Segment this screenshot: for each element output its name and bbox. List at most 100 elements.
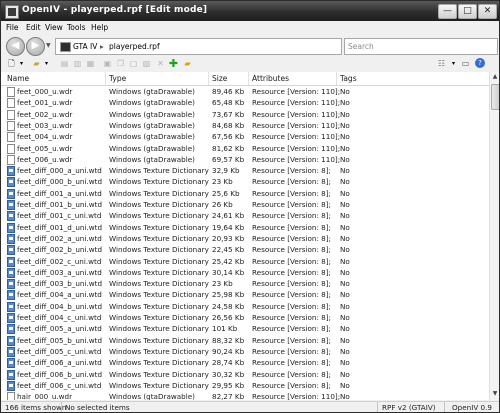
cell-size: 25,42 Kb: [212, 256, 245, 266]
close-button[interactable]: ✕: [478, 4, 497, 19]
table-row[interactable]: feet_diff_002_c_uni.wtd Windows Texture D…: [1, 256, 489, 267]
table-row[interactable]: feet_diff_004_b_uni.wtd Windows Texture D…: [1, 301, 489, 312]
title-bar[interactable]: OpenIV - playerped.rpf [Edit mode] — □ ✕: [1, 1, 499, 21]
copy-icon[interactable]: ❐: [115, 58, 126, 69]
menu-edit[interactable]: Edit: [26, 23, 41, 32]
help-icon[interactable]: ?: [475, 58, 485, 68]
extract-icon[interactable]: ▤: [59, 58, 70, 69]
preview-pane-icon[interactable]: ▭: [460, 58, 471, 69]
list-header: Name Type Size Attributes Tags: [1, 72, 489, 86]
table-row[interactable]: feet_000_u.wdr Windows (gtaDrawable) 89,46…: [1, 86, 489, 97]
cell-tags: No: [340, 392, 350, 400]
menu-tools[interactable]: Tools: [67, 23, 85, 32]
table-row[interactable]: feet_003_u.wdr Windows (gtaDrawable) 84,68…: [1, 120, 489, 131]
column-type[interactable]: Type: [109, 74, 126, 83]
table-row[interactable]: feet_diff_002_b_uni.wtd Windows Texture D…: [1, 244, 489, 256]
address-bar[interactable]: GTA IV ▸ playerped.rpf: [55, 38, 342, 55]
column-divider[interactable]: [248, 72, 249, 85]
table-row[interactable]: feet_diff_006_c_uni.wtd Windows Texture D…: [1, 380, 489, 391]
table-row[interactable]: feet_diff_005_a_uni.wtd Windows Texture D…: [1, 323, 489, 335]
history-dropdown-icon[interactable]: ▼: [46, 42, 51, 49]
table-row[interactable]: feet_diff_004_c_uni.wtd Windows Texture D…: [1, 312, 489, 323]
texture-file-icon: [7, 188, 15, 199]
rebuild-icon[interactable]: ▥: [72, 58, 83, 69]
new-dropdown-icon[interactable]: ▾: [16, 58, 27, 69]
search-input[interactable]: Search: [344, 38, 498, 55]
cell-type: Windows Texture Dictionary: [109, 380, 209, 390]
column-divider[interactable]: [336, 72, 337, 85]
table-row[interactable]: feet_diff_001_c_uni.wtd Windows Texture D…: [1, 210, 489, 222]
move-icon[interactable]: ▧: [141, 58, 152, 69]
table-row[interactable]: hair_000_u.wdr Windows (gtaDrawable) 82,27…: [1, 391, 489, 400]
cell-name: feet_diff_003_a_uni.wtd: [17, 267, 102, 277]
table-row[interactable]: feet_diff_003_b_uni.wtd Windows Texture D…: [1, 278, 489, 290]
table-row[interactable]: feet_002_u.wdr Windows (gtaDrawable) 73,67…: [1, 109, 489, 120]
table-row[interactable]: feet_001_u.wdr Windows (gtaDrawable) 65,48…: [1, 97, 489, 109]
cell-tags: No: [340, 335, 350, 345]
scroll-thumb[interactable]: [491, 84, 499, 110]
vertical-scrollbar[interactable]: ▲ ▼: [489, 72, 499, 400]
table-row[interactable]: feet_diff_001_a_uni.wtd Windows Texture D…: [1, 188, 489, 199]
table-row[interactable]: feet_diff_001_d_uni.wtd Windows Texture D…: [1, 222, 489, 233]
view-dropdown-icon[interactable]: ▾: [448, 58, 459, 69]
texture-file-icon: [7, 177, 15, 188]
minimize-button[interactable]: —: [438, 4, 457, 19]
scroll-up-icon[interactable]: ▲: [491, 73, 499, 82]
table-row[interactable]: feet_diff_003_a_uni.wtd Windows Texture D…: [1, 267, 489, 278]
table-row[interactable]: feet_diff_006_b_uni.wtd Windows Texture D…: [1, 369, 489, 380]
delete-icon[interactable]: ✕: [155, 58, 166, 69]
table-row[interactable]: feet_diff_001_b_uni.wtd Windows Texture D…: [1, 199, 489, 210]
save-icon[interactable]: ▣: [102, 58, 113, 69]
table-row[interactable]: feet_diff_005_b_uni.wtd Windows Texture D…: [1, 335, 489, 346]
cell-name: feet_diff_005_c_uni.wtd: [17, 346, 102, 356]
column-divider[interactable]: [105, 72, 106, 85]
column-attributes[interactable]: Attributes: [252, 74, 289, 83]
table-row[interactable]: feet_006_u.wdr Windows (gtaDrawable) 69,57…: [1, 154, 489, 165]
scroll-down-icon[interactable]: ▼: [491, 390, 499, 399]
file-icon: [7, 98, 15, 109]
new-folder-icon[interactable]: ▰: [182, 58, 193, 69]
cell-size: 20,93 Kb: [212, 233, 245, 243]
cell-name: feet_diff_004_b_uni.wtd: [17, 301, 103, 311]
file-list[interactable]: feet_000_u.wdr Windows (gtaDrawable) 89,46…: [1, 86, 489, 400]
texture-file-icon: [7, 324, 15, 335]
table-row[interactable]: feet_diff_004_a_uni.wtd Windows Texture D…: [1, 289, 489, 301]
paste-icon[interactable]: ▢: [128, 58, 139, 69]
cell-size: 25,98 Kb: [212, 290, 245, 300]
column-tags[interactable]: Tags: [340, 74, 357, 83]
breadcrumb-separator-icon[interactable]: ▸: [100, 42, 104, 51]
breadcrumb-playerped[interactable]: playerped.rpf: [109, 42, 160, 51]
cell-type: Windows Texture Dictionary: [109, 245, 209, 255]
cell-type: Windows Texture Dictionary: [109, 358, 209, 368]
menu-view[interactable]: View: [45, 23, 63, 32]
maximize-button[interactable]: □: [458, 4, 477, 19]
table-row[interactable]: feet_005_u.wdr Windows (gtaDrawable) 81,62…: [1, 143, 489, 154]
breadcrumb-gta-iv[interactable]: GTA IV: [73, 42, 97, 51]
table-row[interactable]: feet_diff_006_a_uni.wtd Windows Texture D…: [1, 357, 489, 369]
add-icon[interactable]: ✚: [168, 58, 179, 69]
column-divider[interactable]: [208, 72, 209, 85]
column-size[interactable]: Size: [212, 74, 227, 83]
table-row[interactable]: feet_diff_000_a_uni.wtd Windows Texture D…: [1, 165, 489, 177]
file-icon: [7, 143, 15, 154]
view-mode-icon[interactable]: ☷: [436, 58, 447, 69]
table-row[interactable]: feet_diff_002_a_uni.wtd Windows Texture D…: [1, 233, 489, 244]
cell-type: Windows Texture Dictionary: [109, 324, 209, 334]
cell-size: 26 Kb: [212, 200, 233, 209]
column-name[interactable]: Name: [7, 74, 29, 83]
search-placeholder: Search: [348, 42, 374, 51]
cell-type: Windows Texture Dictionary: [109, 279, 209, 289]
forward-button[interactable]: ▶: [26, 37, 45, 56]
cell-tags: No: [340, 256, 350, 266]
properties-icon[interactable]: ▦: [85, 58, 96, 69]
table-row[interactable]: feet_diff_005_c_uni.wtd Windows Texture D…: [1, 346, 489, 357]
status-divider: [377, 402, 378, 412]
texture-file-icon: [7, 301, 15, 312]
open-dropdown-icon[interactable]: ▾: [41, 58, 52, 69]
table-row[interactable]: feet_004_u.wdr Windows (gtaDrawable) 67,56…: [1, 131, 489, 143]
table-row[interactable]: feet_diff_000_b_uni.wtd Windows Texture D…: [1, 176, 489, 188]
menu-help[interactable]: Help: [91, 23, 108, 32]
cell-attributes: Resource [Version: 8];: [252, 358, 331, 368]
back-button[interactable]: ◀: [6, 37, 25, 56]
menu-file[interactable]: File: [6, 23, 19, 32]
